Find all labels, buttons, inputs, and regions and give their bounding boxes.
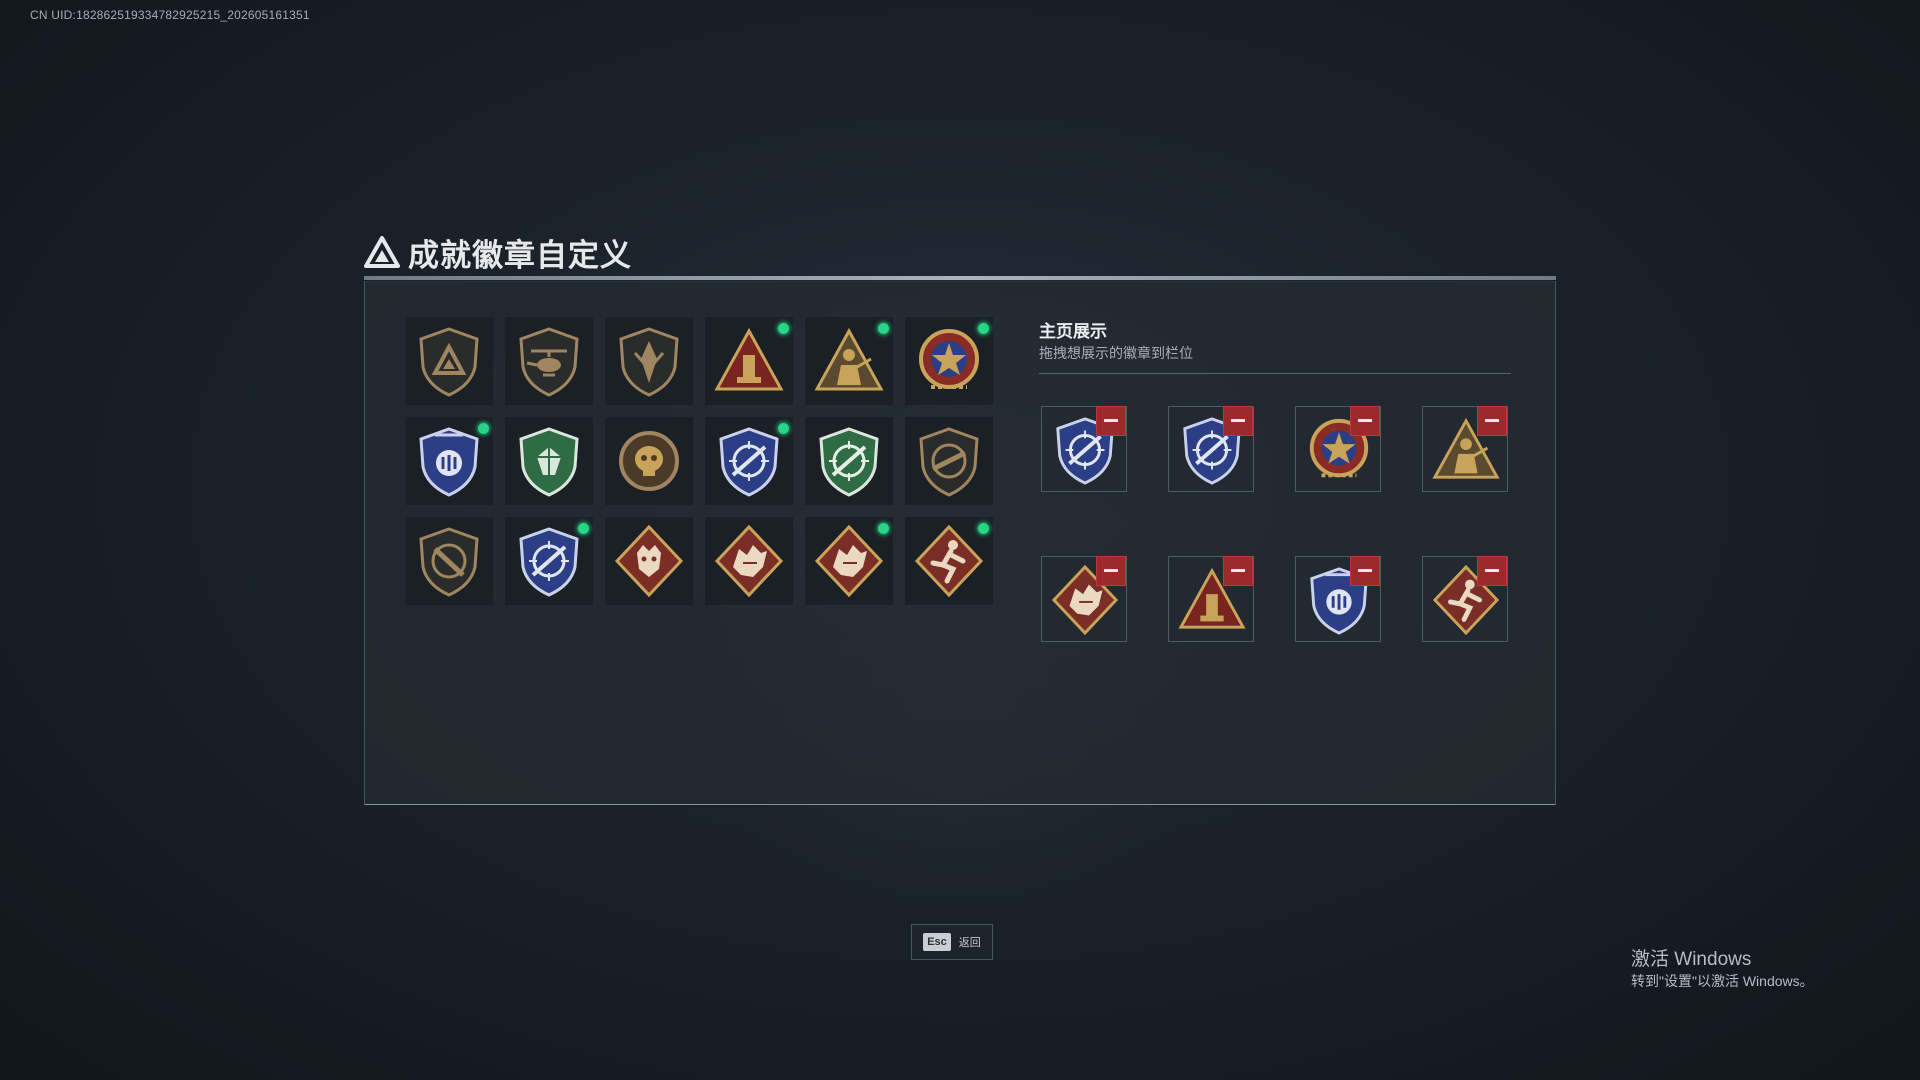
badge-slot[interactable] — [605, 517, 693, 605]
new-badge-indicator — [477, 422, 490, 435]
homepage-display-hint: 拖拽想展示的徽章到栏位 — [1039, 345, 1193, 361]
windows-activation-hint: 转到"设置"以激活 Windows。 — [1631, 973, 1814, 989]
new-badge-indicator — [977, 522, 990, 535]
triangle-shield-badge-icon — [419, 327, 479, 397]
new-badge-indicator — [577, 522, 590, 535]
badge-slot[interactable] — [605, 417, 693, 505]
red-tiger-diamond-badge-icon — [614, 524, 684, 598]
badge-slot[interactable] — [805, 517, 893, 605]
display-slot[interactable] — [1295, 556, 1381, 642]
badge-slot[interactable] — [405, 417, 493, 505]
badge-slot[interactable] — [905, 317, 993, 405]
page-title: 成就徽章自定义 — [408, 237, 632, 273]
windows-activation-title: 激活 Windows — [1631, 949, 1752, 970]
badge-slot[interactable] — [805, 417, 893, 505]
blue-police-shield-badge-icon — [419, 427, 479, 497]
display-slot[interactable] — [1422, 556, 1508, 642]
blade-shield-badge-icon — [619, 327, 679, 397]
remove-badge-button[interactable] — [1477, 406, 1507, 436]
uid-label: CN UID:182862519334782925215_20260516135… — [30, 8, 310, 22]
header-divider — [364, 276, 1556, 280]
bronze-crossed-shield-badge-icon — [419, 527, 479, 597]
delta-logo-icon — [364, 236, 400, 268]
display-slot[interactable] — [1041, 556, 1127, 642]
green-gem-shield-badge-icon — [519, 427, 579, 497]
red-dragon-diamond-badge-icon — [714, 524, 784, 598]
back-button[interactable]: Esc 返回 — [911, 924, 993, 960]
remove-badge-button[interactable] — [1223, 406, 1253, 436]
green-crosshair-shield-badge-icon — [819, 427, 879, 497]
homepage-display-slots — [1041, 406, 1508, 642]
remove-badge-button[interactable] — [1096, 406, 1126, 436]
new-badge-indicator — [777, 422, 790, 435]
display-slot[interactable] — [1041, 406, 1127, 492]
new-badge-indicator — [977, 322, 990, 335]
star-medal-badge-icon — [919, 329, 979, 389]
badge-slot[interactable] — [805, 317, 893, 405]
badge-inventory-grid — [405, 317, 993, 605]
red-dragon-diamond-badge-icon — [814, 524, 884, 598]
badge-customize-panel: 主页展示 拖拽想展示的徽章到栏位 — [364, 281, 1556, 805]
homepage-display-title: 主页展示 — [1039, 322, 1107, 341]
display-slot[interactable] — [1422, 406, 1508, 492]
remove-badge-button[interactable] — [1350, 556, 1380, 586]
remove-badge-button[interactable] — [1350, 406, 1380, 436]
gold-triangle-tower-badge-icon — [714, 327, 784, 391]
bronze-skull-medal-badge-icon — [619, 431, 679, 491]
badge-slot[interactable] — [705, 517, 793, 605]
remove-badge-button[interactable] — [1223, 556, 1253, 586]
red-runner-diamond-badge-icon — [914, 524, 984, 598]
new-badge-indicator — [877, 322, 890, 335]
esc-key-hint: Esc — [923, 933, 951, 951]
badge-slot[interactable] — [705, 317, 793, 405]
new-badge-indicator — [777, 322, 790, 335]
helicopter-shield-badge-icon — [519, 327, 579, 397]
badge-slot[interactable] — [405, 517, 493, 605]
remove-badge-button[interactable] — [1096, 556, 1126, 586]
badge-slot[interactable] — [505, 317, 593, 405]
badge-slot[interactable] — [905, 417, 993, 505]
remove-badge-button[interactable] — [1477, 556, 1507, 586]
page-header: 成就徽章自定义 — [364, 230, 632, 274]
badge-slot[interactable] — [505, 517, 593, 605]
bronze-rifle-shield-badge-icon — [919, 427, 979, 497]
display-slot[interactable] — [1295, 406, 1381, 492]
display-slot[interactable] — [1168, 556, 1254, 642]
badge-slot[interactable] — [405, 317, 493, 405]
badge-slot[interactable] — [705, 417, 793, 505]
badge-slot[interactable] — [505, 417, 593, 505]
new-badge-indicator — [877, 522, 890, 535]
display-slot[interactable] — [1168, 406, 1254, 492]
badge-slot[interactable] — [905, 517, 993, 605]
back-label: 返回 — [958, 937, 981, 949]
blue-crosshair-shield-badge-icon — [719, 427, 779, 497]
blue-crosshair-shield-badge-icon — [519, 527, 579, 597]
badge-slot[interactable] — [605, 317, 693, 405]
homepage-display-divider — [1039, 373, 1511, 374]
gold-triangle-soldier-badge-icon — [814, 327, 884, 391]
